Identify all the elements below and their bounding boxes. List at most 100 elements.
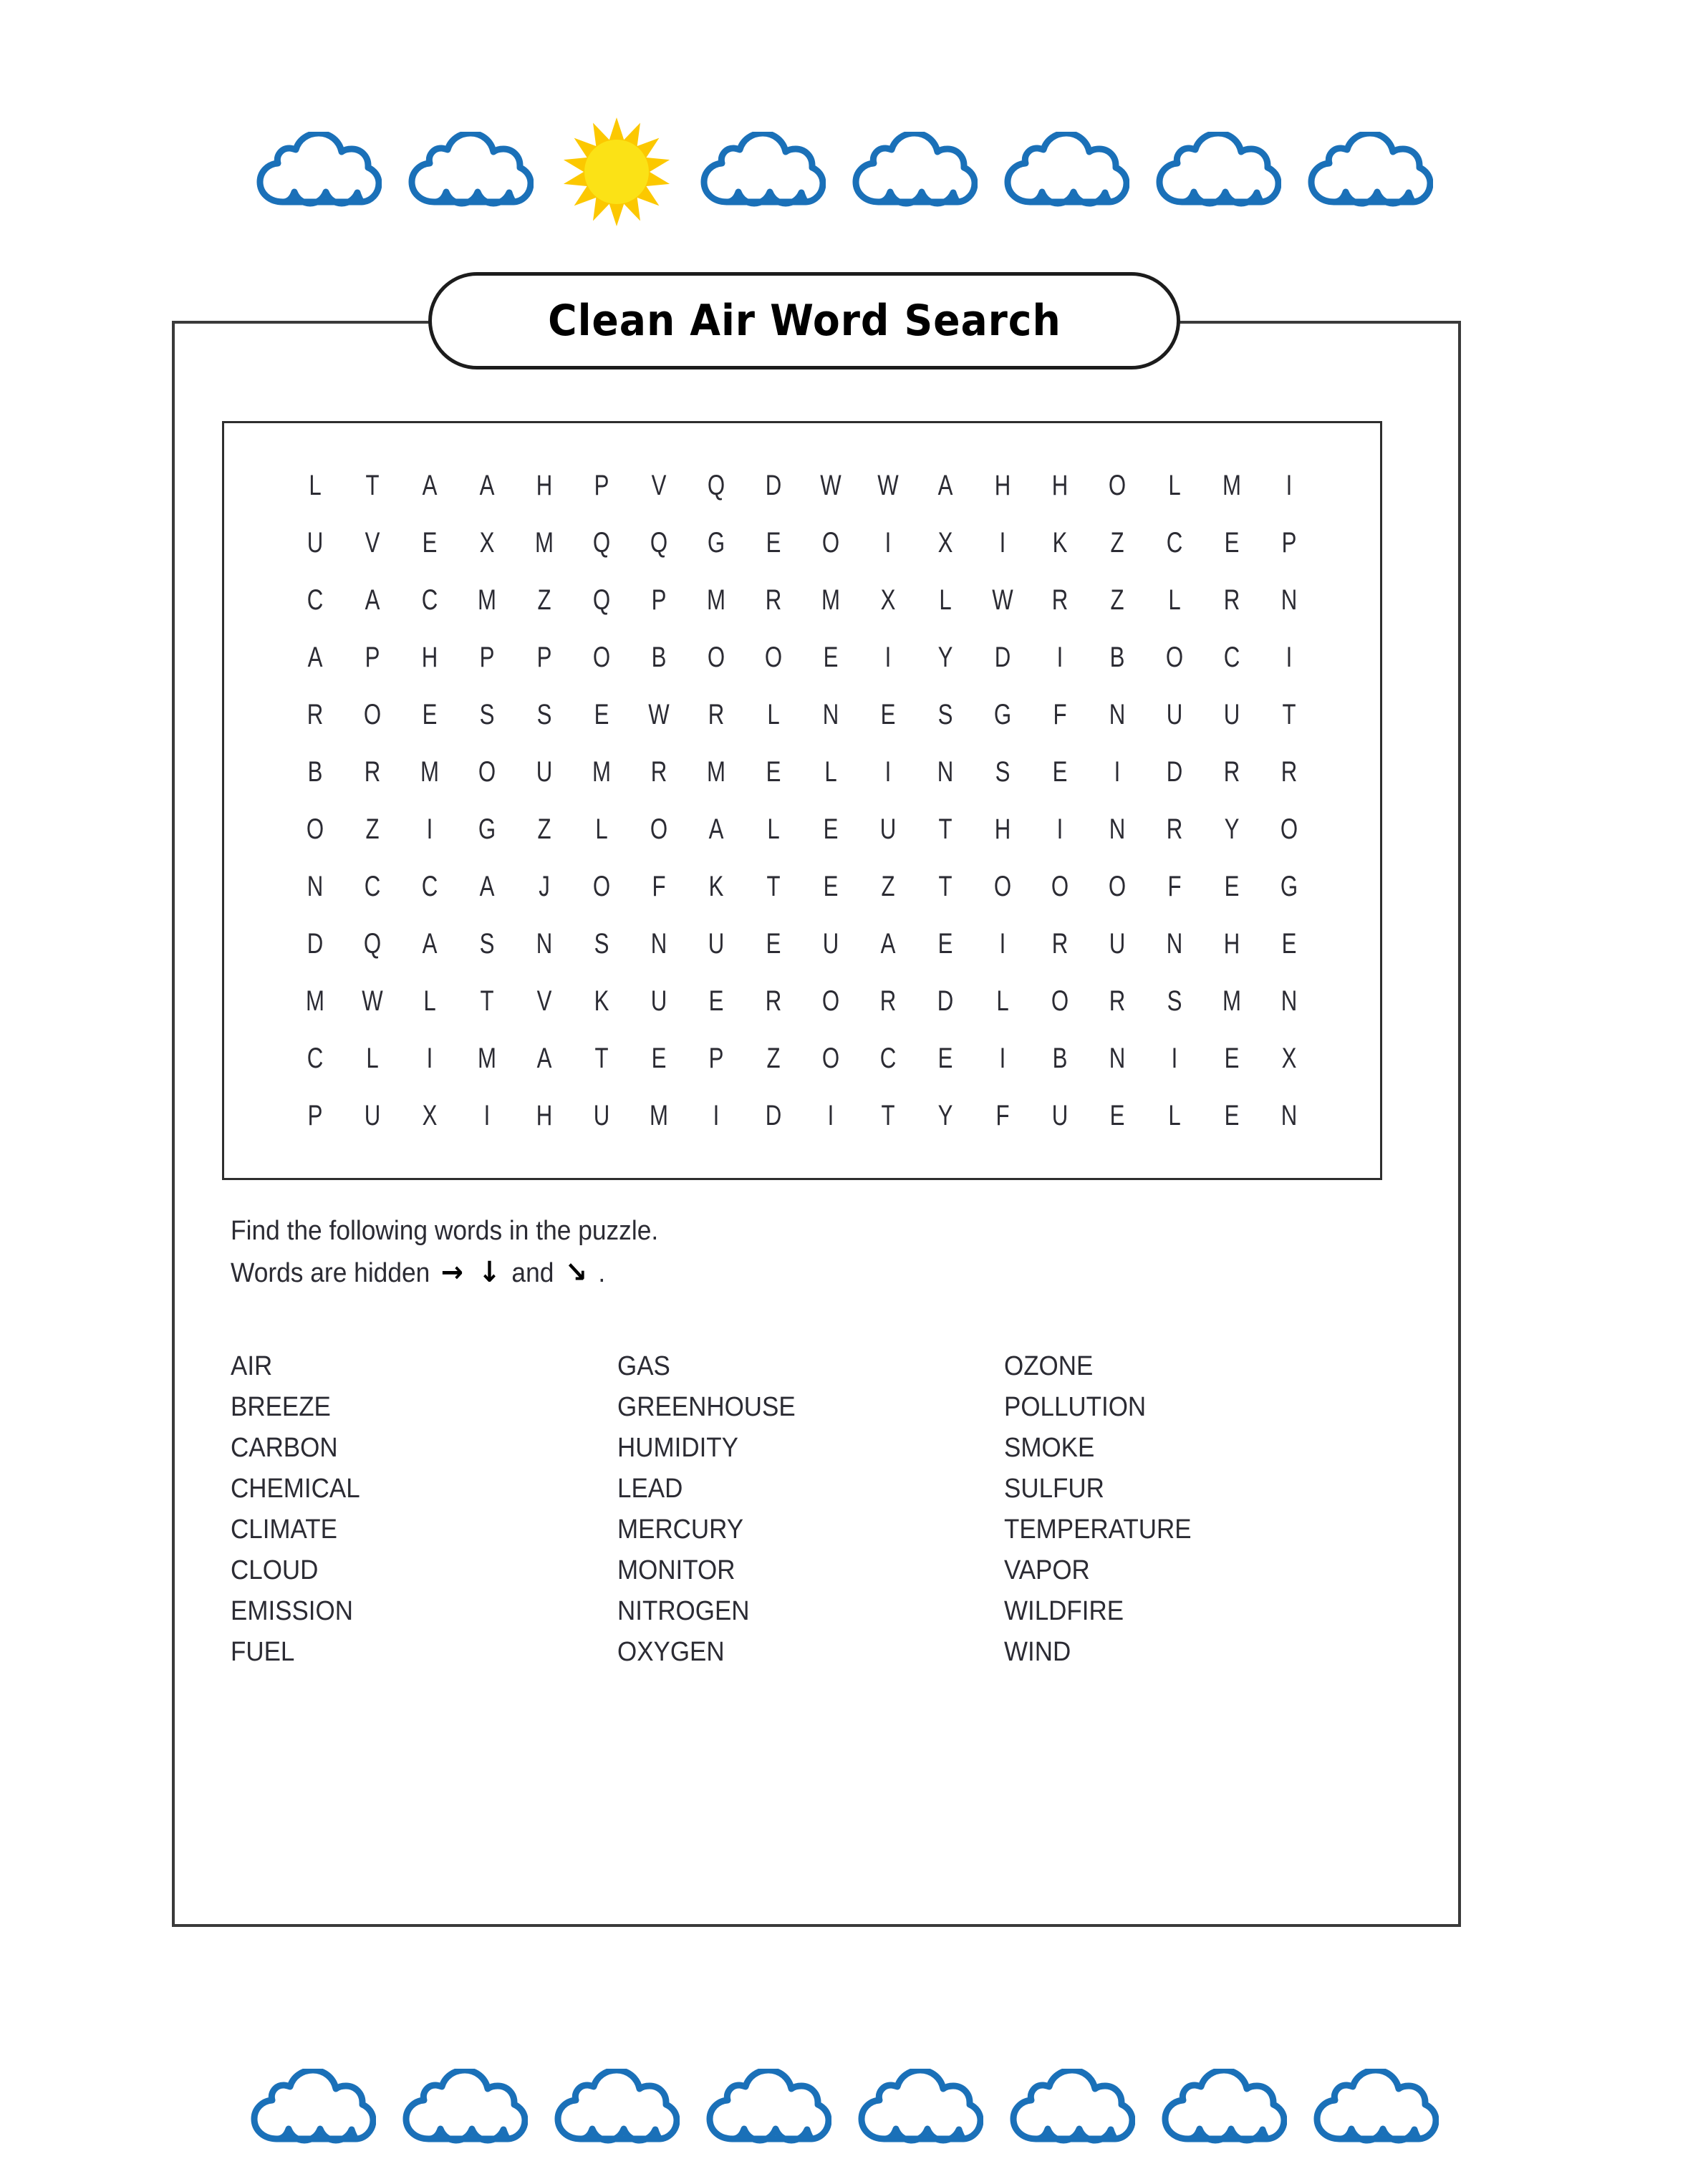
grid-cell: R [307,699,324,730]
word-list-item: CARBON [231,1433,338,1463]
grid-cell: G [707,527,725,559]
grid-cell: N [307,871,324,902]
grid-cell: L [595,813,608,845]
grid-cell: N [1281,985,1298,1017]
grid-cell: O [1280,813,1298,845]
word-list-item: TEMPERATURE [1004,1514,1192,1545]
grid-cell: T [1282,699,1296,730]
cloud-icon [408,132,534,207]
word-search-grid-box: LTAAHPVQDWWAHHOLMIUVEXMQQGEOIXIKZCEPCACM… [222,421,1382,1180]
grid-cell: M [592,756,611,788]
grid-cell: Z [1110,527,1124,559]
grid-cell: M [305,985,324,1017]
grid-cell: P [365,642,380,673]
grid-cell: O [821,527,840,559]
grid-cell: W [820,470,841,501]
word-list: AIR BREEZE CARBON CHEMICAL CLIMATE CLOUD EMISS… [231,1346,1348,1673]
grid-cell: O [306,813,324,845]
grid-cell: U [1051,1100,1069,1131]
grid-cell: U [307,527,324,559]
word-list-item: GREENHOUSE [617,1392,796,1422]
word-list-item: SULFUR [1004,1474,1104,1504]
grid-cell: E [766,928,781,960]
grid-cell: O [1051,985,1069,1017]
grid-cell: D [937,985,954,1017]
grid-cell: R [1223,584,1240,616]
grid-cell: K [1052,527,1068,559]
cloud-icon [706,2069,831,2144]
grid-cell: A [880,928,896,960]
grid-cell: E [422,527,438,559]
word-list-item: AIR [231,1351,273,1381]
word-list-item: MERCURY [617,1514,744,1545]
grid-cell: E [1224,1043,1240,1074]
grid-cell: E [937,928,953,960]
grid-cell: Y [1224,813,1240,845]
grid-cell: I [884,756,892,788]
grid-cell: P [1281,527,1297,559]
cloud-icon [256,132,382,207]
grid-cell: D [994,642,1011,673]
grid-cell: B [1052,1043,1068,1074]
word-list-item: WIND [1004,1637,1071,1667]
grid-cell: E [1224,871,1240,902]
grid-cell: R [765,584,782,616]
sun-icon [563,117,670,226]
word-list-item: SMOKE [1004,1433,1095,1463]
grid-cell: I [1286,470,1293,501]
cloud-icon [700,132,826,207]
grid-cell: K [594,985,609,1017]
grid-cell: E [1224,1100,1240,1131]
grid-cell: G [1280,871,1298,902]
grid-cell: A [937,470,953,501]
grid-cell: Q [650,527,668,559]
grid-cell: O [650,813,668,845]
grid-cell: P [536,642,552,673]
grid-cell: V [651,470,667,501]
grid-cell: B [651,642,667,673]
top-decoration-strip [0,100,1688,243]
grid-cell: F [652,871,666,902]
grid-cell: U [879,813,897,845]
grid-cell: S [1167,985,1182,1017]
grid-cell: W [992,584,1013,616]
grid-cell: N [822,699,839,730]
word-list-item: EMISSION [231,1596,353,1626]
grid-cell: H [1223,928,1240,960]
grid-cell: Z [1110,584,1124,616]
grid-cell: T [594,1043,609,1074]
word-list-item: MONITOR [617,1555,736,1585]
grid-cell: L [366,1043,379,1074]
grid-cell: E [1224,527,1240,559]
grid-cell: L [996,985,1009,1017]
grid-cell: O [707,642,725,673]
grid-cell: R [1109,985,1126,1017]
word-list-item: GAS [617,1351,670,1381]
grid-cell: E [937,1043,953,1074]
grid-cell: P [594,470,609,501]
grid-cell: Z [766,1043,781,1074]
grid-cell: L [824,756,837,788]
grid-cell: X [880,584,896,616]
grid-cell: N [1166,928,1183,960]
grid-cell: S [479,699,495,730]
grid-cell: N [1109,813,1126,845]
grid-cell: C [307,1043,324,1074]
grid-cell: Z [537,813,551,845]
grid-cell: I [1171,1043,1178,1074]
grid-cell: T [766,871,781,902]
page-title: Clean Air Word Search [547,296,1061,346]
grid-cell: R [765,985,782,1017]
grid-cell: X [1281,1043,1297,1074]
grid-cell: I [483,1100,491,1131]
grid-cell: E [823,813,839,845]
grid-cell: R [1166,813,1183,845]
arrow-down-icon: ↓ [478,1256,501,1289]
word-list-item: LEAD [617,1474,683,1504]
instruction-suffix: . [598,1258,606,1288]
word-list-item: OXYGEN [617,1637,725,1667]
grid-cell: O [1108,470,1127,501]
grid-cell: Q [707,470,725,501]
grid-cell: L [939,584,952,616]
grid-cell: H [1051,470,1069,501]
